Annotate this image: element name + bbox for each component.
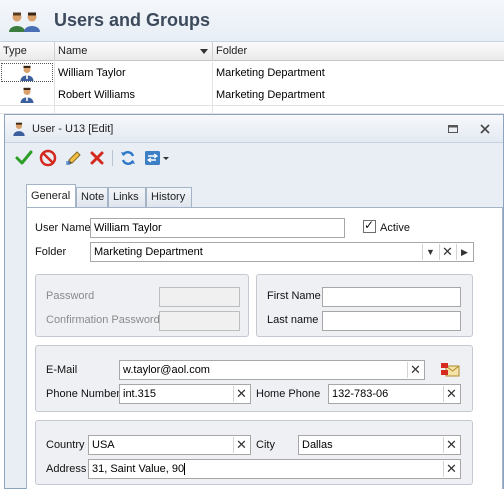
table-row[interactable] [0, 106, 504, 114]
column-folder[interactable]: Folder [213, 42, 504, 61]
user-icon [20, 87, 34, 103]
tab-general[interactable]: General [26, 184, 76, 207]
password-label: Password [46, 290, 95, 302]
clear-x-icon[interactable]: ✕ [443, 461, 459, 477]
sort-down-icon[interactable] [200, 49, 208, 54]
address-field[interactable]: 31, Saint Value, 90 ✕ [88, 459, 461, 479]
country-label: Country [46, 439, 85, 451]
clear-x-icon[interactable]: ✕ [439, 244, 455, 260]
user-icon [13, 122, 25, 136]
dialog-title-bar[interactable]: User - U13 [Edit] [5, 115, 503, 143]
user-icon [20, 65, 34, 81]
user-edit-dialog: User - U13 [Edit] General Note Links His… [4, 114, 504, 489]
phone-number-value: int.315 [123, 388, 157, 400]
type-cell [0, 62, 55, 84]
tab-note[interactable]: Note [76, 187, 108, 207]
confirm-password-field[interactable] [159, 311, 240, 331]
main-header: Users and Groups [0, 0, 504, 42]
grid-header: Type Name Folder [0, 42, 504, 61]
country-value: USA [92, 439, 115, 451]
user-name-field[interactable]: William Taylor [90, 218, 345, 238]
tab-history[interactable]: History [146, 187, 192, 207]
phone-number-label: Phone Number [46, 388, 120, 400]
users-group-icon [9, 12, 40, 32]
type-cell [0, 84, 55, 106]
city-label: City [256, 439, 275, 451]
check-icon[interactable] [14, 148, 34, 168]
active-label: Active [380, 222, 410, 234]
refresh-icon[interactable] [118, 148, 138, 168]
address-value: 31, Saint Value, 90 [92, 463, 185, 475]
name-group: First Name Last name [256, 274, 473, 337]
clear-x-icon[interactable]: ✕ [407, 362, 423, 378]
phone-number-field[interactable]: int.315 ✕ [119, 384, 251, 404]
dialog-title: User - U13 [Edit] [32, 123, 114, 135]
folder-cell: Marketing Department [213, 62, 504, 84]
active-checkbox[interactable] [363, 218, 376, 233]
folder-cell: Marketing Department [216, 89, 325, 101]
tab-links[interactable]: Links [108, 187, 146, 207]
first-name-field[interactable] [322, 287, 461, 307]
city-field[interactable]: Dallas ✕ [298, 435, 461, 455]
email-value: w.taylor@aol.com [123, 364, 210, 376]
first-name-label: First Name [267, 290, 321, 302]
clear-x-icon[interactable]: ✕ [233, 386, 249, 402]
close-icon[interactable] [479, 123, 491, 135]
text-cursor [184, 463, 186, 476]
send-mail-icon[interactable] [440, 361, 460, 379]
user-name-label: User Name [35, 222, 91, 234]
confirm-password-label: Confirmation Password [46, 314, 160, 326]
no-entry-icon[interactable] [38, 148, 58, 168]
home-phone-value: 132-783-06 [332, 388, 389, 400]
column-name[interactable]: Name [55, 42, 213, 61]
name-cell: William Taylor [55, 62, 213, 84]
email-field[interactable]: w.taylor@aol.com ✕ [119, 360, 425, 380]
clear-x-icon[interactable]: ✕ [233, 437, 249, 453]
clear-x-icon[interactable]: ✕ [443, 386, 459, 402]
folder-field[interactable]: Marketing Department ▼ ✕ ▶ [90, 242, 474, 262]
open-arrow-icon[interactable]: ▶ [456, 244, 472, 260]
contact-group: E-Mail w.taylor@aol.com ✕ Phone Number i… [35, 345, 473, 412]
name-cell: Robert Williams [55, 84, 213, 106]
pencil-icon[interactable] [64, 148, 84, 168]
table-row[interactable]: William Taylor Marketing Department [0, 62, 504, 84]
home-phone-field[interactable]: 132-783-06 ✕ [328, 384, 461, 404]
type-cell [0, 106, 55, 114]
dialog-toolbar [5, 144, 503, 170]
table-row[interactable]: Robert Williams Marketing Department [0, 84, 504, 106]
city-value: Dallas [302, 439, 333, 451]
restore-icon[interactable] [447, 123, 459, 135]
general-tab-panel: User Name William Taylor Active Folder M… [26, 207, 503, 489]
page-title: Users and Groups [54, 10, 211, 30]
clear-x-icon[interactable]: ✕ [443, 437, 459, 453]
country-field[interactable]: USA ✕ [88, 435, 251, 455]
name-cell [55, 106, 213, 114]
password-field[interactable] [159, 287, 240, 307]
toolbar-separator [112, 150, 113, 166]
email-label: E-Mail [46, 364, 78, 376]
address-group: Country USA ✕ City Dallas ✕ Address 31, … [35, 420, 473, 485]
folder-value: Marketing Department [94, 246, 203, 258]
last-name-field[interactable] [322, 311, 461, 331]
actions-dropdown-icon[interactable] [143, 148, 171, 168]
home-phone-label: Home Phone [256, 388, 321, 400]
password-group: Password Confirmation Password [35, 274, 249, 337]
address-label: Address [46, 463, 87, 475]
dropdown-arrow-icon[interactable]: ▼ [422, 244, 438, 260]
x-icon[interactable] [87, 148, 107, 168]
folder-label: Folder [35, 246, 67, 258]
column-type[interactable]: Type [0, 42, 55, 61]
last-name-label: Last name [267, 314, 319, 326]
